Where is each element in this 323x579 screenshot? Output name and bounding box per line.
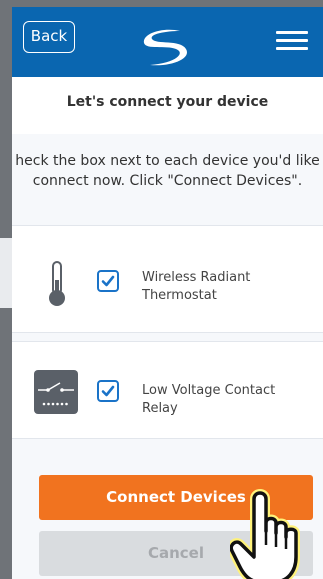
- device-label-relay: Low Voltage Contact Relay: [142, 382, 275, 418]
- window-edge-highlight: [0, 238, 12, 308]
- app-header: Back: [12, 7, 323, 77]
- device-checkbox-relay[interactable]: [97, 380, 119, 402]
- instructions-line: heck the box next to each device you'd l…: [15, 153, 320, 169]
- hamburger-menu-icon[interactable]: [276, 31, 310, 53]
- checkmark-icon: [101, 385, 115, 397]
- device-row-relay: Low Voltage Contact Relay: [12, 341, 323, 439]
- relay-icon: [34, 370, 78, 414]
- window-edge-left: [0, 0, 12, 579]
- section-gap: [12, 333, 323, 341]
- back-button[interactable]: Back: [23, 21, 75, 53]
- device-frame: Back Let's connect your device heck the …: [0, 0, 323, 579]
- device-row-thermostat: Wireless Radiant Thermostat: [12, 225, 323, 333]
- window-edge-top: [0, 0, 323, 7]
- page-title: Let's connect your device: [66, 94, 269, 110]
- tap-hand-cursor-icon: [230, 489, 300, 579]
- device-label-line: Low Voltage Contact: [142, 383, 276, 398]
- instructions-line: connect now. Click "Connect Devices".: [32, 173, 303, 189]
- device-label-line: Wireless Radiant: [142, 270, 251, 285]
- device-checkbox-thermostat[interactable]: [97, 270, 119, 292]
- checkmark-icon: [101, 275, 115, 287]
- app-screen: Back Let's connect your device heck the …: [12, 7, 323, 579]
- device-label-line: Relay: [142, 401, 178, 416]
- thermometer-icon: [49, 261, 65, 306]
- instructions-text: heck the box next to each device you'd l…: [12, 151, 323, 191]
- section-gap: [12, 212, 323, 225]
- device-label-thermostat: Wireless Radiant Thermostat: [142, 269, 250, 305]
- device-label-line: Thermostat: [142, 288, 217, 303]
- brand-logo-icon: [143, 29, 188, 66]
